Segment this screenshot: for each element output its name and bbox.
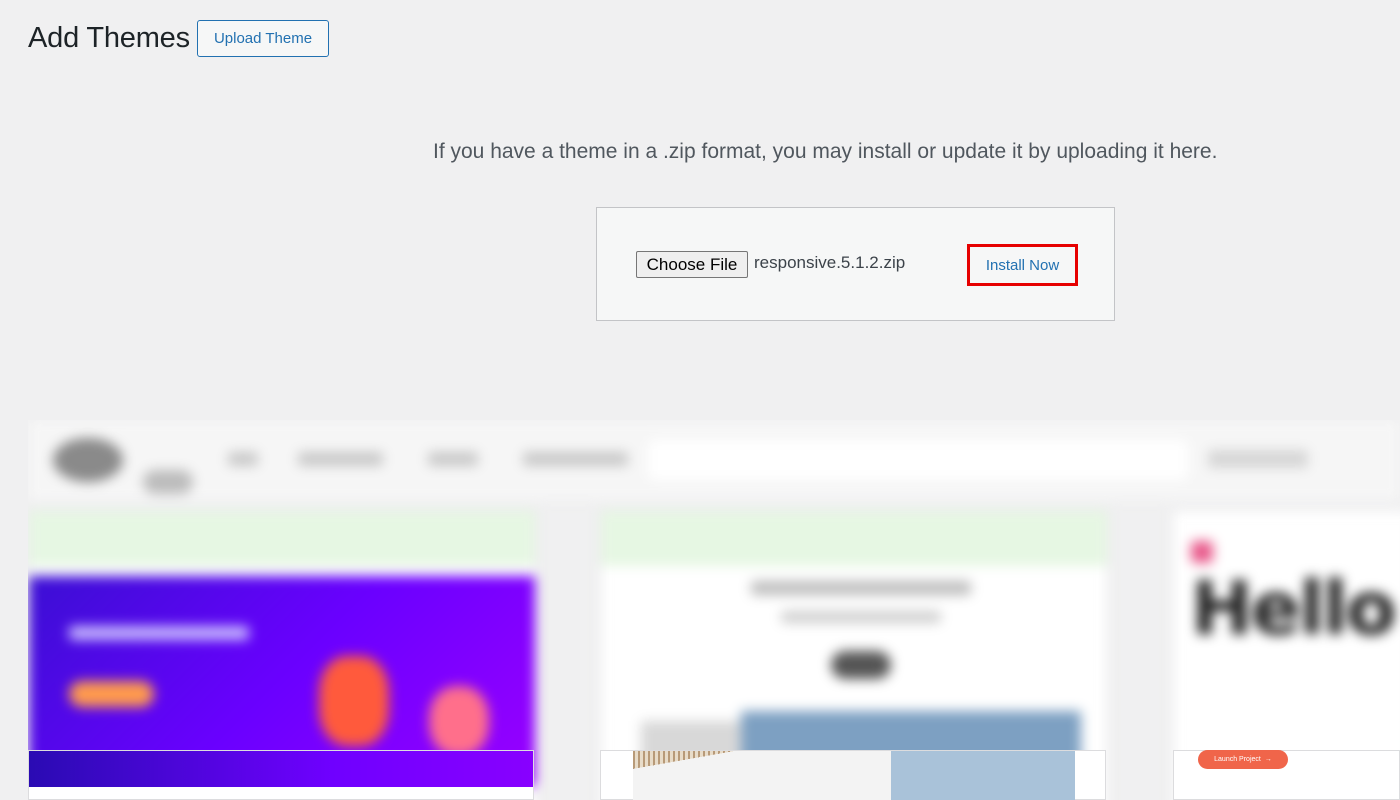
preview-card-heading: Hello: [1191, 566, 1397, 652]
preview-nav-right: [1208, 450, 1308, 468]
theme-preview-background: Hello: [28, 420, 1400, 800]
preview-logo: [53, 438, 123, 482]
theme-preview-bottom: Launch Project →: [0, 750, 1400, 800]
preview-card-logo: [1191, 541, 1213, 563]
page-title: Add Themes: [28, 22, 190, 54]
preview-card-heading: [751, 581, 971, 595]
choose-file-button[interactable]: Choose File: [636, 251, 748, 278]
install-now-button[interactable]: Install Now: [972, 249, 1073, 281]
selected-file-name: responsive.5.1.2.zip: [754, 253, 906, 272]
launch-project-button: Launch Project →: [1198, 750, 1288, 769]
preview-logo-subtitle: [143, 470, 193, 494]
preview-nav-item: [298, 452, 383, 466]
preview-hero-text: [69, 626, 249, 640]
upload-theme-form: Choose File responsive.5.1.2.zip Install…: [596, 207, 1115, 321]
preview-sky-image: [891, 751, 1075, 800]
upload-help-text: If you have a theme in a .zip format, yo…: [433, 140, 1218, 163]
launch-project-label: Launch Project: [1214, 756, 1261, 763]
preview-card-band: [29, 511, 535, 566]
preview-hero-purple: [29, 751, 533, 787]
preview-nav-item: [428, 452, 478, 466]
preview-hero-graphic: [429, 686, 489, 756]
preview-hero-graphic: [319, 656, 389, 746]
preview-card-band: [601, 511, 1107, 566]
arrow-right-icon: →: [1264, 756, 1272, 763]
preview-top-bar: [28, 420, 1400, 500]
preview-nav-item: [228, 452, 258, 466]
install-now-highlight: Install Now: [967, 244, 1078, 286]
preview-card-button: [831, 651, 891, 679]
preview-hero-pill: [69, 681, 154, 707]
add-themes-page: Add Themes Upload Theme If you have a th…: [0, 0, 1400, 800]
preview-search-field: [648, 440, 1188, 480]
preview-card-3-bottom: Launch Project →: [1173, 750, 1400, 800]
preview-card-1-bottom: [28, 750, 534, 800]
preview-card-subheading: [781, 611, 941, 623]
preview-nav-item: [523, 452, 628, 466]
upload-theme-button[interactable]: Upload Theme: [197, 20, 329, 57]
blurred-preview: Hello: [28, 420, 1400, 800]
preview-card-2-bottom: [600, 750, 1106, 800]
